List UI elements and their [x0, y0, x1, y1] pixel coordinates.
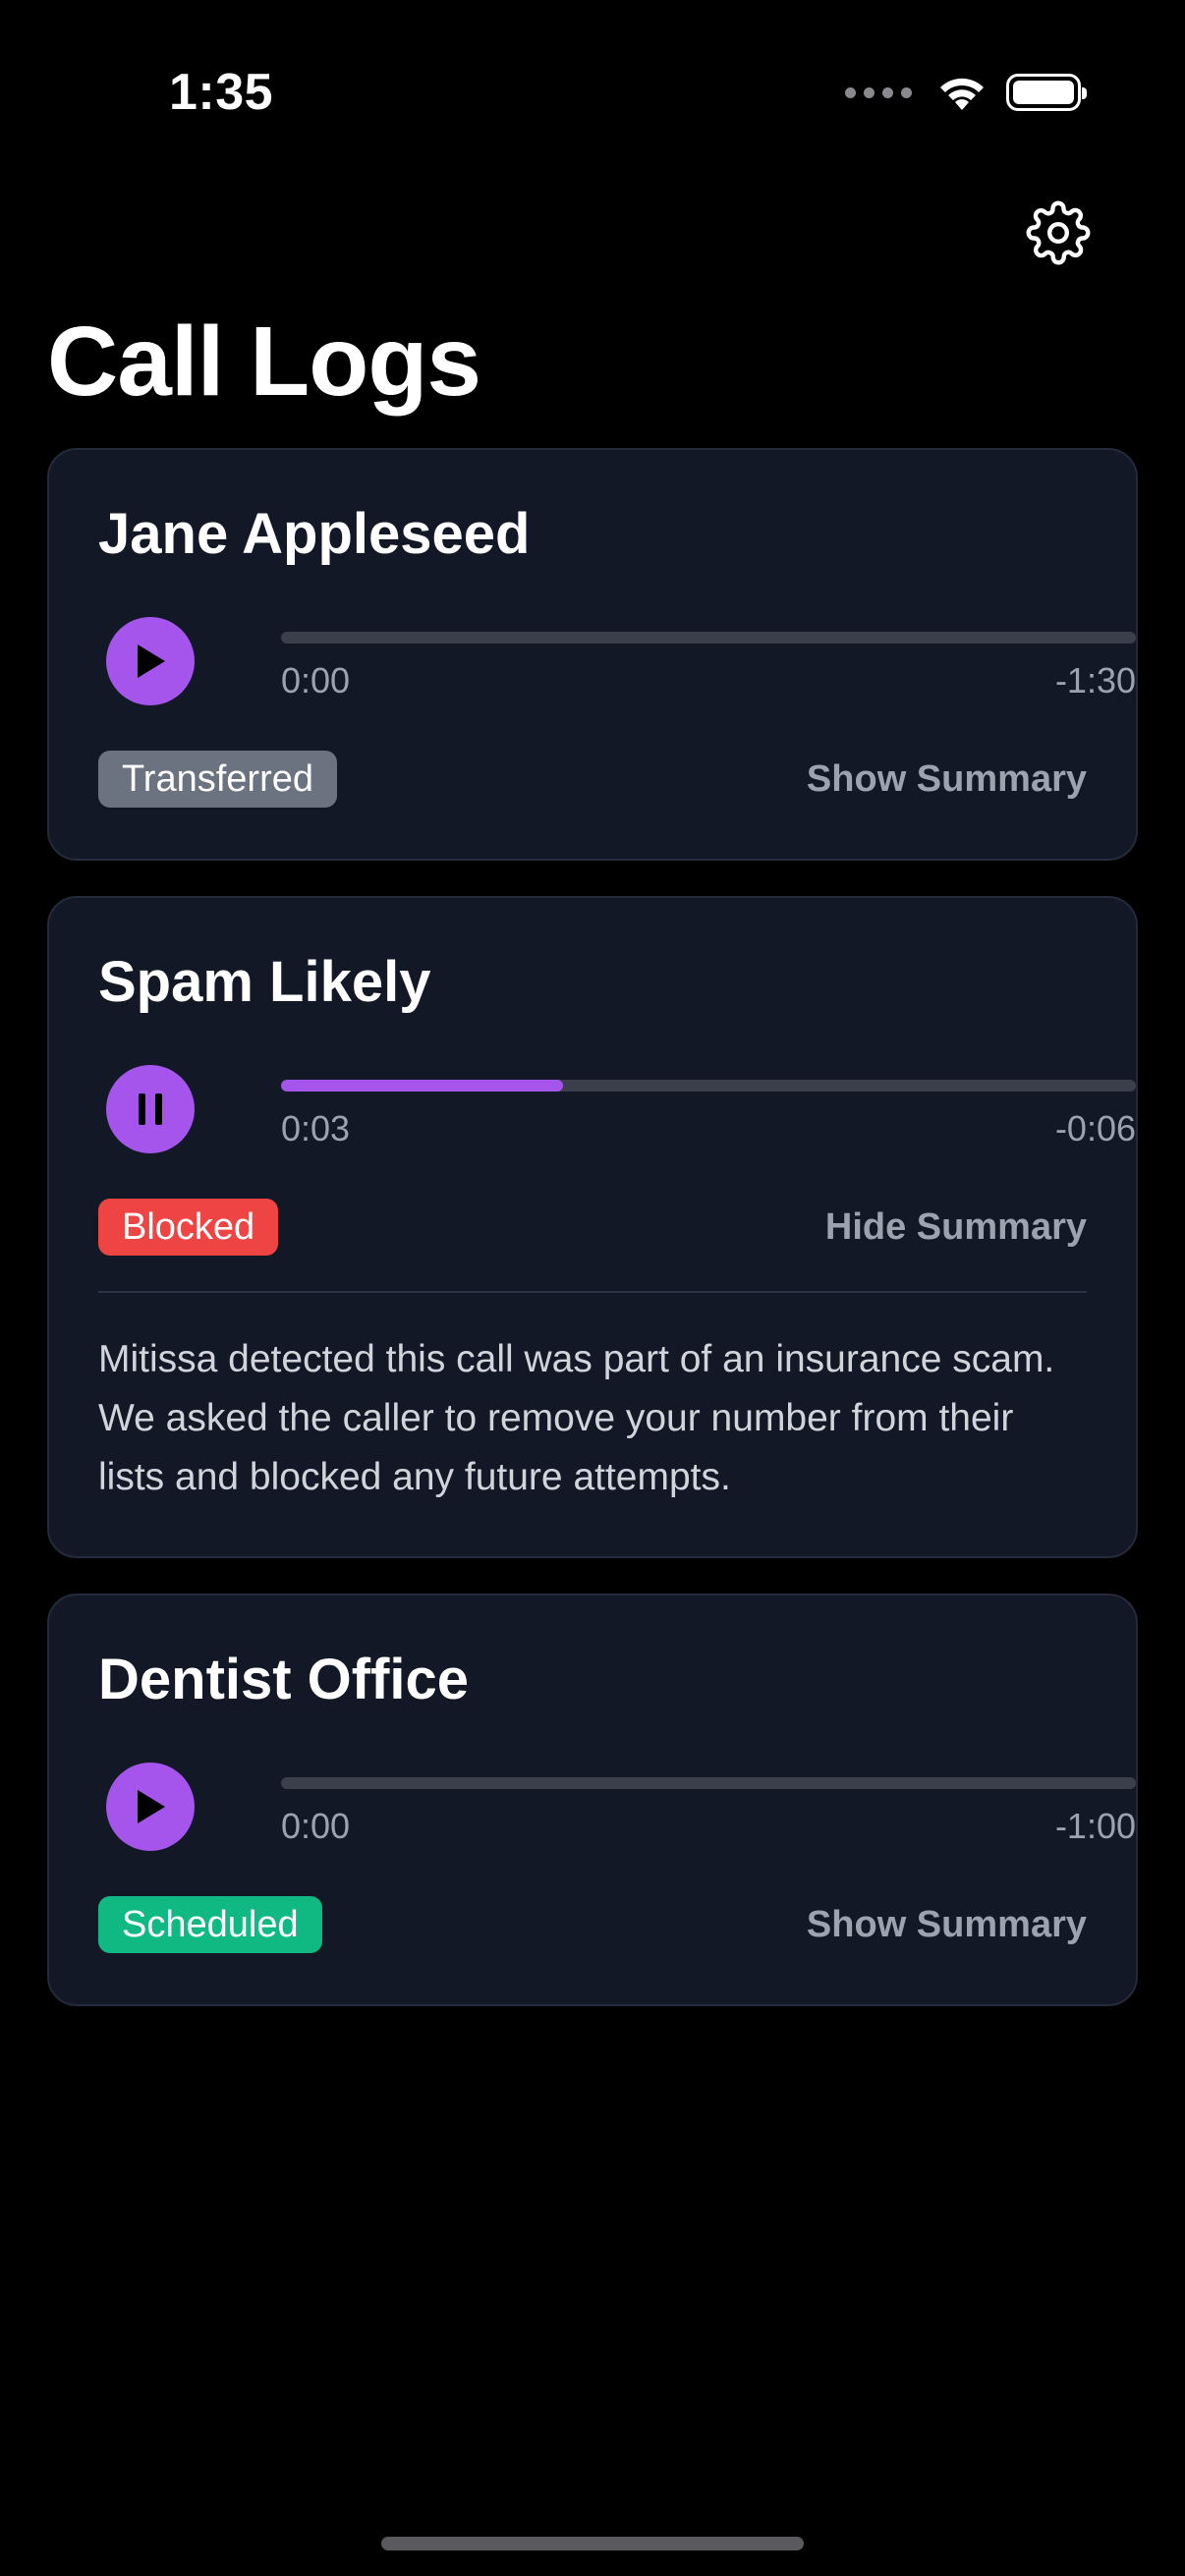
divider: [98, 1291, 1087, 1293]
progress-track[interactable]: [281, 632, 1136, 644]
time-elapsed: 0:03: [281, 1108, 351, 1148]
call-log-card: Spam Likely 0:03 -0:06 Blocked Hide Summ…: [47, 896, 1138, 1558]
cellular-signal-icon: [845, 86, 912, 98]
gear-icon: [1026, 200, 1091, 265]
time-elapsed: 0:00: [281, 660, 351, 700]
settings-button[interactable]: [1022, 196, 1095, 269]
page-title: Call Logs: [47, 307, 481, 417]
call-log-card: Dentist Office 0:00 -1:00 Scheduled Show…: [47, 1594, 1138, 2006]
caller-name: Jane Appleseed: [98, 502, 531, 566]
status-badge: Transferred: [98, 751, 337, 808]
play-icon: [138, 644, 165, 678]
call-summary: Mitissa detected this call was part of a…: [98, 1338, 1055, 1498]
audio-player: 0:03 -0:06: [106, 1065, 1136, 1163]
caller-name: Dentist Office: [98, 1648, 470, 1711]
call-log-card: Jane Appleseed 0:00 -1:30 Transferred Sh…: [47, 448, 1138, 861]
pause-icon: [139, 1093, 162, 1125]
time-remaining: -0:06: [1054, 1108, 1136, 1148]
home-indicator[interactable]: [381, 2537, 804, 2550]
time-remaining: -1:30: [1054, 660, 1136, 700]
wifi-icon: [935, 73, 988, 112]
hide-summary-button[interactable]: Hide Summary: [825, 1206, 1087, 1249]
status-icons: [845, 73, 1087, 112]
show-summary-button[interactable]: Show Summary: [807, 758, 1087, 801]
play-icon: [138, 1790, 165, 1823]
audio-player: 0:00 -1:00: [106, 1763, 1136, 1861]
pause-button[interactable]: [106, 1065, 195, 1153]
status-badge: Scheduled: [98, 1896, 322, 1953]
play-button[interactable]: [106, 1763, 195, 1851]
show-summary-button[interactable]: Show Summary: [807, 1904, 1087, 1946]
status-badge: Blocked: [98, 1199, 279, 1256]
status-time: 1:35: [169, 64, 274, 121]
progress-fill: [281, 1080, 564, 1092]
progress-track[interactable]: [281, 1777, 1136, 1789]
progress-track[interactable]: [281, 1080, 1136, 1092]
audio-player: 0:00 -1:30: [106, 617, 1136, 715]
time-elapsed: 0:00: [281, 1806, 351, 1846]
status-bar: 1:35: [0, 0, 1185, 187]
play-button[interactable]: [106, 617, 195, 705]
time-remaining: -1:00: [1054, 1806, 1136, 1846]
caller-name: Spam Likely: [98, 950, 431, 1014]
battery-icon: [1006, 74, 1087, 111]
